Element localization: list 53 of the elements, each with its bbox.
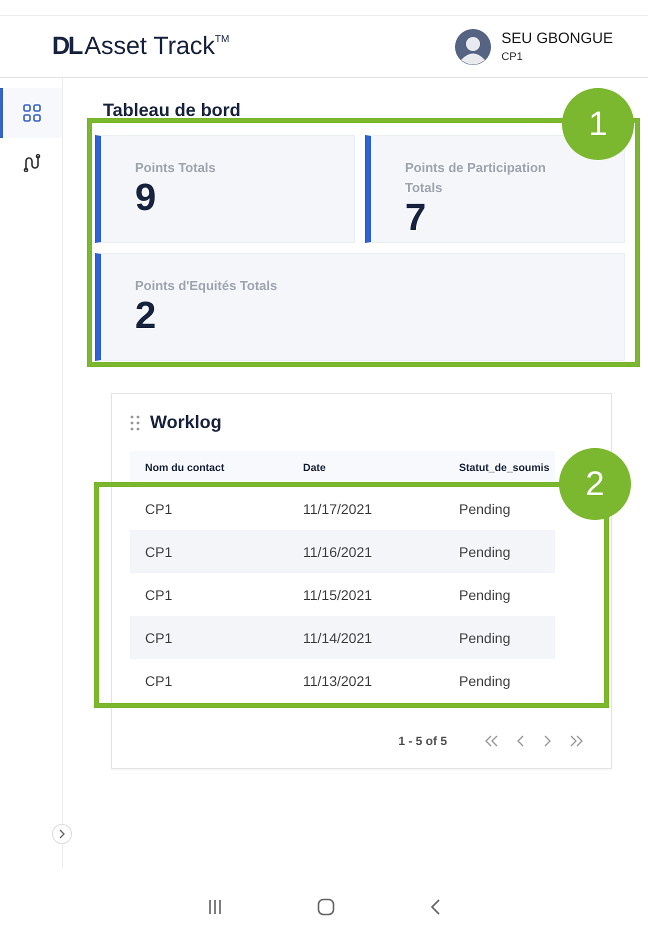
table-row[interactable]: CP1 11/15/2021 Pending (130, 573, 555, 616)
drag-handle-icon[interactable] (130, 414, 140, 430)
stat-label: Points Totals (135, 159, 216, 177)
table-row[interactable]: CP1 11/17/2021 Pending (130, 487, 555, 530)
table-cell-text: CP1 (145, 500, 174, 516)
previous-page-icon[interactable] (517, 735, 525, 747)
first-page-icon[interactable] (485, 735, 499, 747)
grid-icon (23, 104, 41, 122)
table-cell-text: 11/16/2021 (303, 544, 374, 560)
stat-label: Points de Participation Totals (405, 159, 547, 197)
stat-value: 9 (135, 178, 156, 218)
route-icon (23, 154, 41, 172)
logo-mark: DL (52, 32, 82, 61)
callout-number: 1 (562, 88, 634, 160)
page-range: 1 - 5 of 5 (398, 734, 447, 748)
trademark: TM (214, 34, 230, 45)
user-name: SEU GBONGUE (501, 30, 613, 47)
stat-value: 7 (405, 198, 426, 238)
callout-number: 2 (559, 448, 631, 520)
table-cell-text: 11/17/2021 (303, 500, 374, 516)
user-role: CP1 (501, 51, 524, 63)
table-row[interactable]: CP1 11/16/2021 Pending (130, 530, 555, 573)
table-cell-text: 11/13/2021 (303, 672, 374, 688)
table-cell-text: 11/15/2021 (303, 586, 374, 602)
last-page-icon[interactable] (569, 735, 583, 747)
chevron-right-icon (58, 829, 66, 839)
table-cell-text: Pending (459, 630, 512, 646)
table-cell-text: 11/14/2021 (303, 630, 374, 646)
stat-value: 2 (135, 296, 156, 336)
table-cell-text: CP1 (145, 672, 174, 688)
table-cell-text: Pending (459, 500, 512, 516)
column-header[interactable]: Statut_de_soumis (459, 462, 555, 474)
table-row[interactable]: CP1 11/14/2021 Pending (130, 616, 555, 659)
table-row[interactable]: CP1 11/13/2021 Pending (130, 659, 555, 702)
home-icon[interactable] (317, 898, 335, 916)
table-cell-text: Pending (459, 544, 512, 560)
table-cell-text: CP1 (145, 544, 174, 560)
recent-apps-icon[interactable] (207, 899, 223, 915)
page-title: Tableau de bord (103, 100, 242, 121)
column-header[interactable]: Date (303, 462, 459, 474)
table-cell-text: CP1 (145, 630, 174, 646)
table-cell-text: CP1 (145, 586, 174, 602)
expand-sidebar-button[interactable] (52, 824, 72, 844)
table-cell-text: Pending (459, 586, 512, 602)
next-page-icon[interactable] (543, 735, 551, 747)
column-header[interactable]: Nom du contact (145, 462, 303, 474)
app-title: Asset Track (84, 32, 215, 61)
sidebar-item[interactable] (0, 88, 62, 138)
table-cell-text: Pending (459, 672, 512, 688)
avatar-icon[interactable] (455, 28, 492, 64)
card-title: Worklog (150, 412, 222, 433)
back-icon[interactable] (429, 899, 441, 915)
stat-label: Points d'Equités Totals (135, 277, 278, 295)
